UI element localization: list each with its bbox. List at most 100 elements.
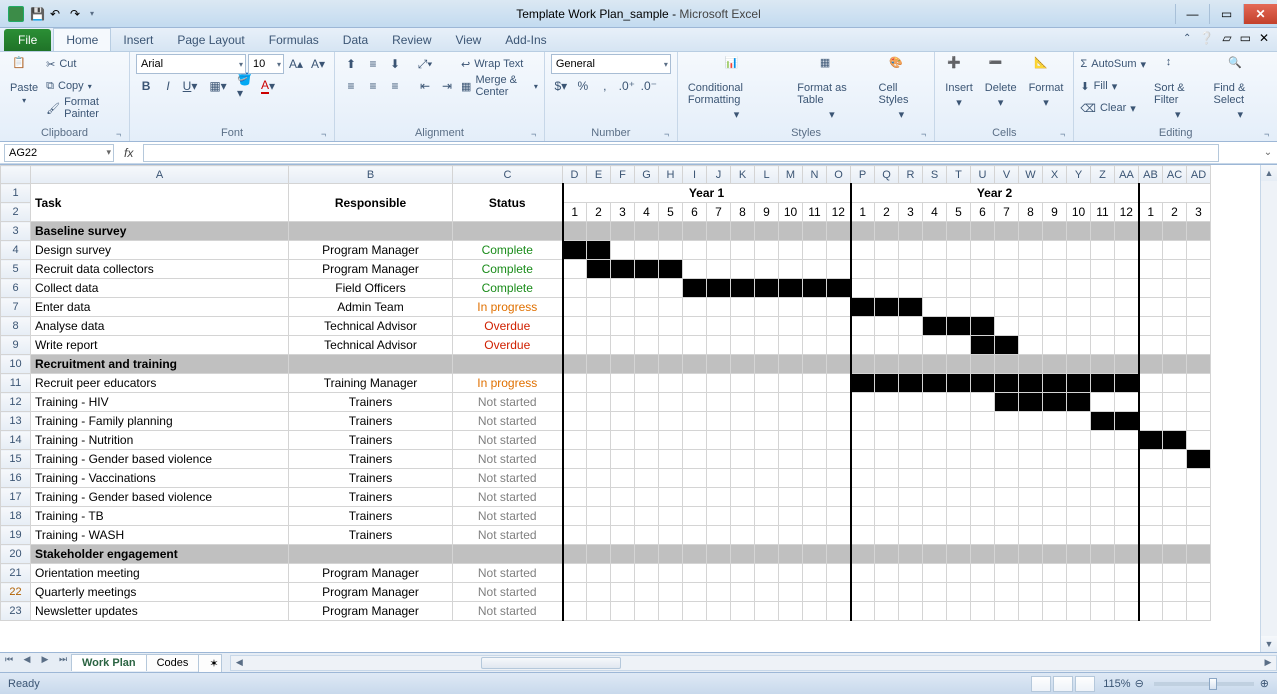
gantt-cell[interactable]: [1115, 279, 1139, 298]
gantt-cell[interactable]: [1139, 469, 1163, 488]
cell[interactable]: [779, 545, 803, 564]
align-middle-icon[interactable]: ≡: [363, 54, 383, 74]
gantt-cell[interactable]: [803, 374, 827, 393]
status-cell[interactable]: Not started: [453, 469, 563, 488]
gantt-cell[interactable]: [563, 317, 587, 336]
minimize-button[interactable]: —: [1175, 4, 1209, 24]
gantt-cell[interactable]: [995, 412, 1019, 431]
gantt-cell[interactable]: [923, 279, 947, 298]
horizontal-scrollbar[interactable]: ◀ ▶: [230, 655, 1277, 671]
gantt-cell[interactable]: [779, 241, 803, 260]
gantt-cell[interactable]: [1067, 374, 1091, 393]
gantt-cell[interactable]: [971, 279, 995, 298]
gantt-cell[interactable]: [827, 260, 851, 279]
gantt-cell[interactable]: [1067, 260, 1091, 279]
cell[interactable]: [731, 355, 755, 374]
task-cell[interactable]: Training - Nutrition: [31, 431, 289, 450]
gantt-cell[interactable]: [1187, 279, 1211, 298]
status-cell[interactable]: Overdue: [453, 317, 563, 336]
gantt-cell[interactable]: [803, 241, 827, 260]
responsible-cell[interactable]: Training Manager: [289, 374, 453, 393]
gantt-cell[interactable]: [875, 431, 899, 450]
gantt-cell[interactable]: [611, 507, 635, 526]
gantt-cell[interactable]: [875, 336, 899, 355]
gantt-cell[interactable]: [803, 450, 827, 469]
gantt-cell[interactable]: [971, 469, 995, 488]
cell[interactable]: [851, 355, 875, 374]
gantt-cell[interactable]: [659, 279, 683, 298]
gantt-cell[interactable]: [1091, 526, 1115, 545]
gantt-cell[interactable]: [995, 298, 1019, 317]
undo-icon[interactable]: ↶: [50, 7, 64, 21]
gantt-cell[interactable]: [563, 279, 587, 298]
gantt-cell[interactable]: [1115, 374, 1139, 393]
gantt-cell[interactable]: [1139, 260, 1163, 279]
gantt-cell[interactable]: [563, 241, 587, 260]
gantt-cell[interactable]: [971, 412, 995, 431]
gantt-cell[interactable]: [563, 393, 587, 412]
responsible-cell[interactable]: Program Manager: [289, 260, 453, 279]
gantt-cell[interactable]: [659, 298, 683, 317]
gantt-cell[interactable]: [851, 469, 875, 488]
decrease-indent-icon[interactable]: ⇤: [415, 76, 435, 96]
cell[interactable]: [779, 222, 803, 241]
col-header[interactable]: F: [611, 166, 635, 184]
gantt-cell[interactable]: [947, 488, 971, 507]
expand-formula-icon[interactable]: ⌄: [1259, 147, 1277, 158]
gantt-cell[interactable]: [563, 298, 587, 317]
gantt-cell[interactable]: [971, 583, 995, 602]
gantt-cell[interactable]: [827, 469, 851, 488]
bold-button[interactable]: B: [136, 76, 156, 96]
gantt-cell[interactable]: [731, 431, 755, 450]
gantt-cell[interactable]: [899, 431, 923, 450]
scroll-thumb[interactable]: [481, 657, 621, 669]
gantt-cell[interactable]: [947, 298, 971, 317]
gantt-cell[interactable]: [611, 431, 635, 450]
task-cell[interactable]: Analyse data: [31, 317, 289, 336]
cell[interactable]: [611, 545, 635, 564]
gantt-cell[interactable]: [1067, 412, 1091, 431]
gantt-cell[interactable]: [947, 507, 971, 526]
gantt-cell[interactable]: [611, 279, 635, 298]
col-header[interactable]: P: [851, 166, 875, 184]
gantt-cell[interactable]: [779, 431, 803, 450]
gantt-cell[interactable]: [971, 317, 995, 336]
gantt-cell[interactable]: [995, 602, 1019, 621]
group-task[interactable]: Baseline survey: [31, 222, 289, 241]
gantt-cell[interactable]: [851, 488, 875, 507]
gantt-cell[interactable]: [899, 450, 923, 469]
gantt-cell[interactable]: [1187, 507, 1211, 526]
col-header[interactable]: T: [947, 166, 971, 184]
gantt-cell[interactable]: [1163, 602, 1187, 621]
gantt-cell[interactable]: [755, 602, 779, 621]
cell[interactable]: [1187, 545, 1211, 564]
gantt-cell[interactable]: [899, 336, 923, 355]
cell[interactable]: [827, 355, 851, 374]
status-cell[interactable]: Not started: [453, 488, 563, 507]
gantt-cell[interactable]: [731, 507, 755, 526]
responsible-cell[interactable]: Trainers: [289, 450, 453, 469]
gantt-cell[interactable]: [707, 336, 731, 355]
scroll-up-icon[interactable]: ▲: [1261, 165, 1277, 181]
gantt-cell[interactable]: [803, 583, 827, 602]
tab-review[interactable]: Review: [380, 29, 443, 51]
gantt-cell[interactable]: [1067, 583, 1091, 602]
gantt-cell[interactable]: [851, 260, 875, 279]
gantt-cell[interactable]: [587, 526, 611, 545]
gantt-cell[interactable]: [1019, 526, 1043, 545]
cell[interactable]: [947, 545, 971, 564]
gantt-cell[interactable]: [1091, 374, 1115, 393]
gantt-cell[interactable]: [827, 450, 851, 469]
gantt-cell[interactable]: [995, 450, 1019, 469]
gantt-cell[interactable]: [827, 374, 851, 393]
gantt-cell[interactable]: [995, 393, 1019, 412]
gantt-cell[interactable]: [1163, 241, 1187, 260]
cell[interactable]: [971, 355, 995, 374]
col-header[interactable]: E: [587, 166, 611, 184]
task-cell[interactable]: Quarterly meetings: [31, 583, 289, 602]
gantt-cell[interactable]: [779, 507, 803, 526]
responsible-cell[interactable]: Trainers: [289, 412, 453, 431]
cell[interactable]: [755, 222, 779, 241]
fx-icon[interactable]: fx: [114, 146, 143, 160]
cell[interactable]: [659, 222, 683, 241]
